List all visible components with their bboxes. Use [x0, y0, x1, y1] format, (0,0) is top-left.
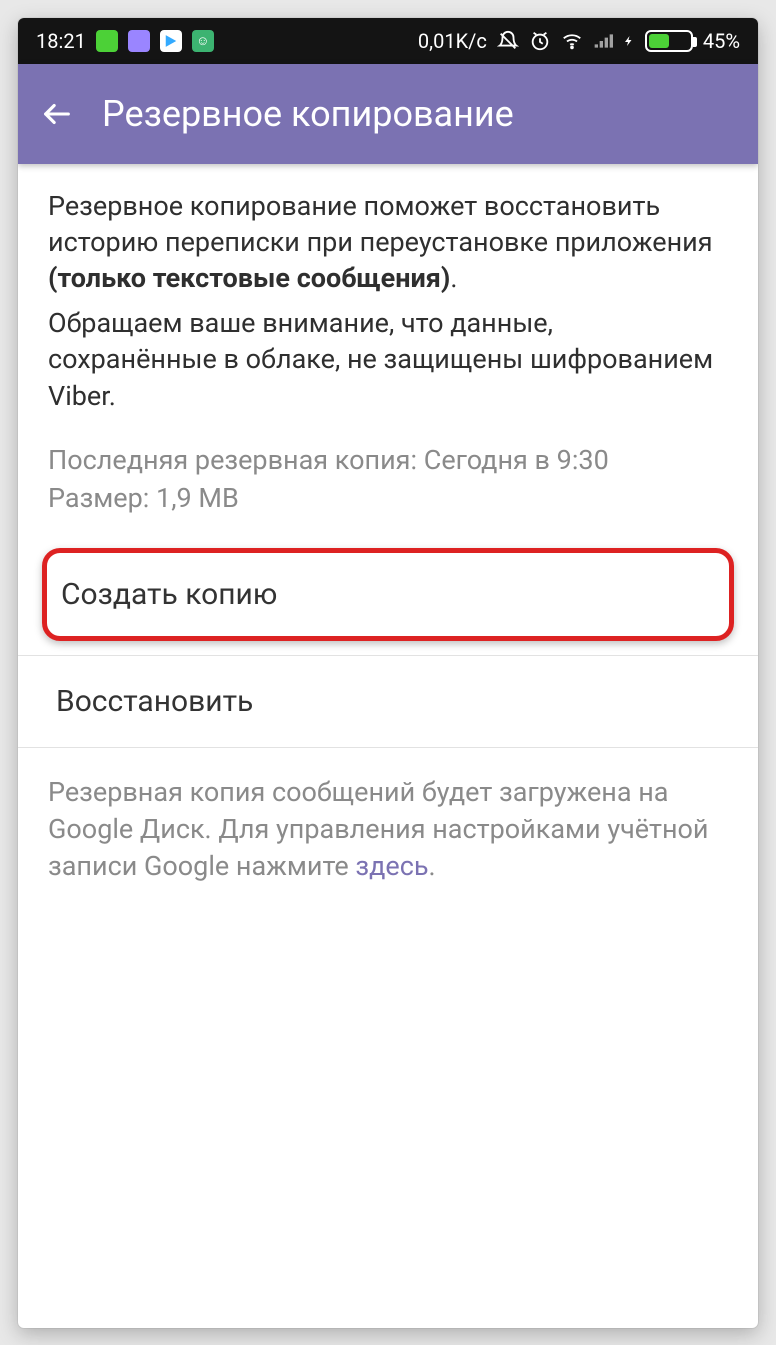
battery-percent-text: 45% [703, 29, 740, 53]
status-bar-left: 18:21 ☺ [36, 29, 214, 53]
status-bar-right: 0,01K/c [418, 29, 740, 53]
app-icon-2 [128, 30, 150, 52]
restore-button[interactable]: Восстановить [48, 656, 728, 747]
device-frame: 18:21 ☺ 0,01K/c [18, 18, 758, 1328]
charging-icon [623, 31, 635, 51]
last-backup-row: Последняя резервная копия: Сегодня в 9:3… [48, 442, 728, 480]
signal-icon [593, 31, 613, 51]
google-settings-link[interactable]: здесь [355, 850, 428, 882]
desc-part1: Резервное копирование поможет восстанови… [48, 190, 713, 258]
separator-2 [18, 747, 758, 748]
footer-suffix: . [429, 850, 436, 882]
wifi-icon [561, 30, 583, 52]
alarm-icon [529, 30, 551, 52]
back-button[interactable] [40, 97, 74, 131]
app-icon-1 [96, 30, 118, 52]
size-row: Размер: 1,9 MB [48, 480, 728, 518]
description-warning: Обращаем ваше внимание, что данные, сохр… [48, 305, 728, 414]
play-store-icon [160, 30, 182, 52]
last-backup-label: Последняя резервная копия: [48, 444, 417, 476]
clock-text: 18:21 [36, 29, 86, 53]
dnd-icon [497, 30, 519, 52]
size-value: 1,9 MB [156, 482, 239, 514]
size-label: Размер: [48, 482, 149, 514]
app-icon-4: ☺ [192, 30, 214, 52]
desc-period: . [450, 262, 457, 294]
create-backup-button[interactable]: Создать копию [42, 548, 734, 641]
content-area: Резервное копирование поможет восстанови… [18, 164, 758, 910]
google-drive-note: Резервная копия сообщений будет загружен… [48, 774, 728, 886]
backup-meta: Последняя резервная копия: Сегодня в 9:3… [48, 442, 728, 518]
app-bar: Резервное копирование [18, 64, 758, 164]
battery-icon [645, 30, 693, 52]
battery-fill [649, 34, 669, 48]
network-rate-text: 0,01K/c [418, 29, 487, 53]
last-backup-value: Сегодня в 9:30 [424, 444, 609, 476]
desc-bold: (только текстовые сообщения) [48, 262, 450, 294]
options-block: Создать копию Восстановить [48, 548, 728, 748]
status-bar: 18:21 ☺ 0,01K/c [18, 18, 758, 64]
page-title: Резервное копирование [102, 93, 514, 135]
description-text: Резервное копирование поможет восстанови… [48, 188, 728, 297]
